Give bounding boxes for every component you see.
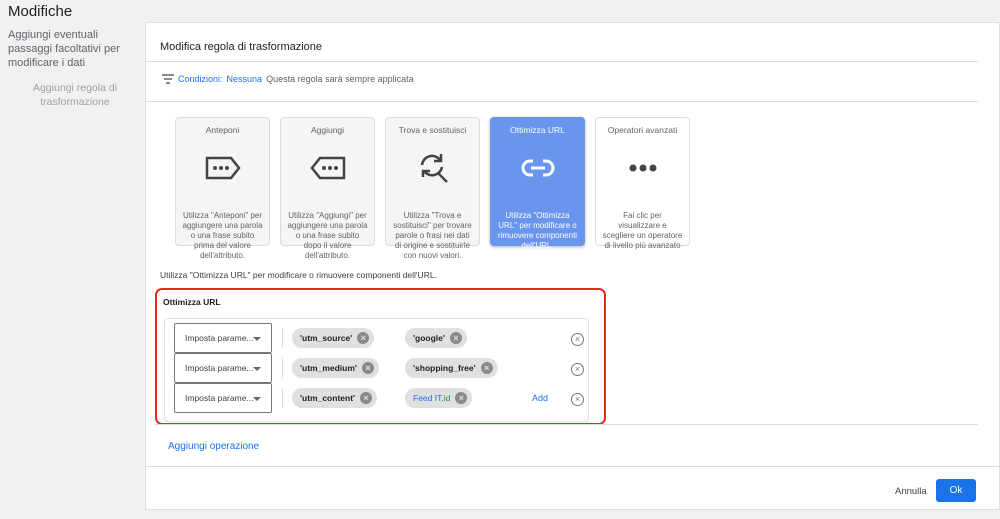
chevron-down-icon [253,367,261,371]
divider [146,101,978,102]
add-button[interactable]: Add [532,393,548,403]
section-label: Ottimizza URL [163,297,221,307]
optimize-url-section: Ottimizza URL Imposta parame... 'utm_sou… [155,288,606,425]
conditions[interactable]: Condizioni: Nessuna Questa regola sarà s… [162,74,414,84]
divider [146,466,1000,467]
operator-title: Operatori avanzati [607,125,678,135]
divider [155,424,978,425]
chip-text: 'google' [413,333,445,343]
divider [282,328,283,348]
operator-title: Ottimizza URL [510,125,565,135]
append-tag-icon [309,156,345,180]
add-rule-link[interactable]: Aggiungi regola di trasformazione [20,81,130,109]
remove-row-icon[interactable]: × [571,333,584,346]
action-select[interactable]: Imposta parame... [174,353,272,383]
conditions-label: Condizioni: [178,74,223,84]
key-chip: 'utm_source' × [292,328,375,348]
remove-chip-icon[interactable]: × [360,392,373,404]
operator-anteponi[interactable]: Anteponi Utilizza "Anteponi" per aggiung… [175,117,270,260]
attribute-suffix: .id [441,393,451,403]
link-icon [521,159,554,177]
operator-title: Anteponi [205,125,240,135]
divider [146,61,978,62]
rule-editor-card: Modifica regola di trasformazione Condiz… [145,22,1000,510]
remove-chip-icon[interactable]: × [449,332,462,344]
action-value: Imposta parame... [185,393,254,403]
remove-chip-icon[interactable]: × [361,362,374,374]
chip-text: 'utm_content' [300,393,356,403]
chip-text: 'utm_source' [300,333,353,343]
operator-avanzati[interactable]: Operatori avanzati Fai clic per visualiz… [595,117,690,250]
operator-desc: Utilizza "Anteponi" per aggiungere una p… [182,211,263,260]
conditions-note: Questa regola sarà sempre applicata [266,74,414,84]
action-select[interactable]: Imposta parame... [174,383,272,413]
operator-desc: Utilizza "Aggiungi" per aggiungere una p… [287,211,368,260]
attribute-name: Feed IT [413,393,442,403]
operator-desc: Fai clic per visualizzare e scegliere un… [602,211,683,250]
operator-ottimizza-url[interactable]: Ottimizza URL Utilizza "Ottimizza URL" p… [490,117,585,250]
card-heading: Modifica regola di trasformazione [160,41,323,53]
action-value: Imposta parame... [185,333,254,343]
operator-info: Utilizza "Ottimizza URL" per modificare … [160,270,437,280]
operations-list: Imposta parame... 'utm_source' × 'google'… [164,318,589,422]
remove-chip-icon[interactable]: × [480,362,493,374]
operator-aggiungi[interactable]: Aggiungi Utilizza "Aggiungi" per aggiung… [280,117,375,260]
conditions-value[interactable]: Nessuna [227,74,263,84]
operation-row: Imposta parame... 'utm_content' × Feed IT… [174,383,584,413]
key-chip: 'utm_medium' × [292,358,379,378]
value-chip: 'google' × [405,328,467,348]
operation-row: Imposta parame... 'utm_medium' × 'shoppin… [174,353,584,383]
chevron-down-icon [253,337,261,341]
remove-chip-icon[interactable]: × [455,392,468,404]
operator-desc: Utilizza "Trova e sostituisci" per trova… [393,211,472,260]
page-title: Modifiche [8,3,73,20]
operator-desc: Utilizza "Ottimizza URL" per modificare … [497,211,578,250]
action-value: Imposta parame... [185,363,254,373]
ok-button[interactable]: Ok [936,479,976,502]
chip-text: 'shopping_free' [413,363,476,373]
chevron-down-icon [253,397,261,401]
cancel-button[interactable]: Annulla [895,486,927,497]
operator-title: Trova e sostituisci [398,125,467,135]
prepend-tag-icon [205,156,241,180]
remove-row-icon[interactable]: × [571,363,584,376]
chip-text: 'utm_medium' [300,363,357,373]
value-chip: 'shopping_free' × [405,358,498,378]
value-chip: Feed IT.id × [405,388,473,408]
operator-title: Aggiungi [310,125,345,135]
key-chip: 'utm_content' × [292,388,378,408]
action-select[interactable]: Imposta parame... [174,323,272,353]
divider [282,358,283,378]
divider [282,388,283,408]
add-operation-link[interactable]: Aggiungi operazione [168,441,259,452]
more-horiz-icon [629,164,656,172]
sidebar-subtitle: Aggiungi eventuali passaggi facoltativi … [8,29,120,69]
operator-trova-sostituisci[interactable]: Trova e sostituisci Utilizza "Trova e so… [385,117,480,260]
remove-chip-icon[interactable]: × [357,332,370,344]
find-replace-icon [420,154,448,183]
remove-row-icon[interactable]: × [571,393,584,406]
operation-row: Imposta parame... 'utm_source' × 'google'… [174,323,584,353]
filter-icon [162,74,174,84]
